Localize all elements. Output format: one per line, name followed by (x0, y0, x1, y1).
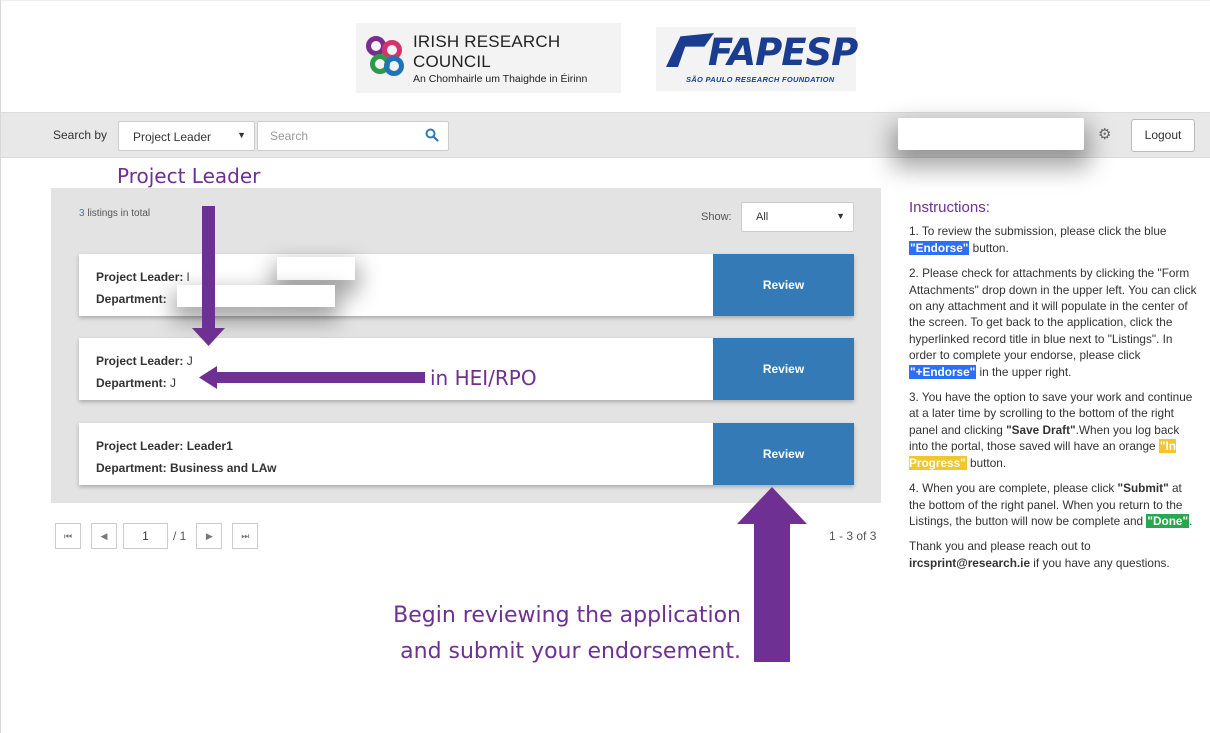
listings-panel: 3 listings in total Show: All ▼ Project … (51, 188, 881, 503)
arrow-up-icon (737, 487, 807, 662)
fapesp-logo-subtitle: SÃO PAULO RESEARCH FOUNDATION (686, 75, 835, 84)
annotation-begin-line2: and submit your endorsement. (400, 639, 741, 664)
project-leader-label: Project Leader: (96, 354, 184, 368)
instruction-step-1: 1. To review the submission, please clic… (909, 224, 1167, 255)
listing-card[interactable]: Project Leader: Leader1 Department: Busi… (79, 423, 854, 485)
annotation-begin-line1: Begin reviewing the application (393, 603, 741, 628)
show-filter-value: All (756, 211, 769, 223)
logo-bar: IRISH RESEARCH COUNCIL An Chomhairle um … (1, 0, 1210, 112)
listing-count: 3 listings in total (79, 208, 150, 219)
first-page-button[interactable]: ⏮ (55, 523, 81, 549)
search-by-label: Search by (53, 128, 108, 142)
page-total: / 1 (173, 529, 187, 543)
project-leader-value: Leader1 (186, 439, 233, 453)
instruction-step-2: 2. Please check for attachments by click… (909, 266, 1197, 379)
listing-card[interactable]: Project Leader: l Department: Review (79, 254, 854, 316)
project-leader-label: Project Leader: (96, 270, 184, 284)
page-number-input[interactable]: 1 (123, 523, 168, 549)
instruction-contact: Thank you and please reach out to ircspr… (909, 539, 1170, 570)
caret-down-icon: ▼ (836, 211, 845, 221)
fapesp-logo-word: FAPESP (708, 31, 858, 74)
plus-endorse-highlight: "+Endorse" (909, 364, 977, 379)
contact-email[interactable]: ircsprint@research.ie (909, 556, 1030, 570)
user-name-box[interactable] (898, 118, 1084, 150)
listing-count-suffix: listings in total (84, 208, 151, 219)
caret-down-icon: ▼ (237, 130, 246, 140)
instructions-panel: Instructions: 1. To review the submissio… (909, 199, 1199, 580)
instructions-title: Instructions: (909, 199, 990, 216)
irc-logo-subtitle: An Chomhairle um Thaighde in Éirinn (413, 72, 588, 85)
show-filter-select[interactable]: All ▼ (741, 202, 854, 232)
search-by-value: Project Leader (133, 130, 212, 144)
project-leader-label: Project Leader: (96, 439, 184, 453)
last-page-button[interactable]: ⏭ (232, 523, 259, 549)
redaction-box (177, 285, 335, 307)
department-value: Business and LAw (170, 461, 277, 475)
annotation-hei-rpo: in HEI/RPO (430, 366, 537, 390)
fapesp-logo-icon (666, 33, 714, 67)
review-button[interactable]: Review (713, 338, 854, 400)
department-label: Department: (96, 376, 167, 390)
endorse-highlight: "Endorse" (909, 240, 970, 255)
redaction-box (277, 257, 355, 280)
search-by-select[interactable]: Project Leader ▼ (118, 121, 255, 151)
search-icon[interactable] (425, 128, 439, 142)
department-label: Department: (96, 461, 167, 475)
instruction-step-4: 4. When you are complete, please click "… (909, 481, 1193, 528)
instruction-step-3: 3. You have the option to save your work… (909, 390, 1193, 470)
gear-icon[interactable]: ⚙ (1098, 127, 1111, 142)
done-highlight: "Done" (1146, 513, 1190, 528)
project-leader-value: J (186, 354, 193, 368)
page: IRISH RESEARCH COUNCIL An Chomhairle um … (0, 0, 1210, 733)
search-toolbar: Search by Project Leader ▼ ⚙ Logout (1, 112, 1210, 158)
logout-button[interactable]: Logout (1131, 119, 1195, 152)
next-page-button[interactable]: ▶ (196, 523, 223, 549)
department-label: Department: (96, 292, 167, 306)
review-button[interactable]: Review (713, 423, 854, 485)
search-input[interactable] (257, 121, 449, 151)
show-label: Show: (701, 211, 732, 223)
fapesp-logo: FAPESP SÃO PAULO RESEARCH FOUNDATION (656, 27, 858, 91)
annotation-project-leader: Project Leader (117, 164, 261, 188)
irc-logo-icon (362, 32, 409, 84)
annotation-begin-reviewing: Begin reviewing the application and subm… (331, 598, 741, 670)
previous-page-button[interactable]: ◀ (91, 523, 117, 549)
irish-research-council-logo: IRISH RESEARCH COUNCIL An Chomhairle um … (356, 23, 621, 93)
results-range: 1 - 3 of 3 (829, 529, 877, 543)
department-value: J (170, 376, 177, 390)
review-button[interactable]: Review (713, 254, 854, 316)
irc-logo-title: IRISH RESEARCH COUNCIL (413, 31, 561, 71)
project-leader-value: l (186, 270, 190, 284)
pagination: ⏮ ◀ 1 / 1 ▶ ⏭ (55, 523, 268, 549)
